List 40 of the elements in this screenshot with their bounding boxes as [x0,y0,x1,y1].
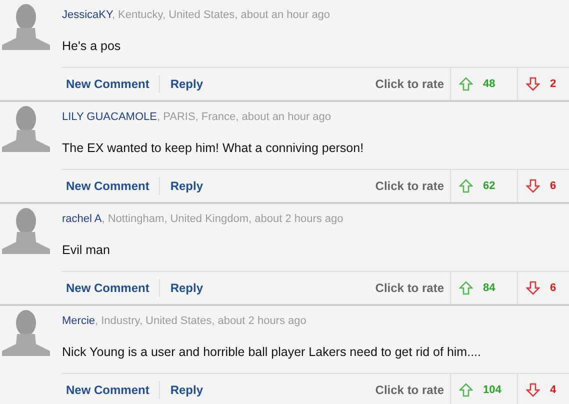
comment-text: The EX wanted to keep him! What a conniving person! [62,140,365,156]
down-arrow-icon[interactable] [526,179,540,193]
comment-text: Nick Young is a user and horrible ball player Lakers need to get rid of him.... [62,344,482,360]
action-link[interactable]: Reply [166,383,208,397]
rate-label: Click to rate [375,383,444,397]
comment-meta: , Kentucky, United States, about an hour ago [112,9,330,21]
action-link[interactable]: Reply [166,281,208,295]
down-vote-count: 2 [550,78,556,90]
author-name[interactable]: LILY GUACAMOLE [62,111,157,123]
up-vote-count: 104 [483,384,502,396]
action-link[interactable]: Reply [166,77,208,91]
action-link[interactable]: New Comment [62,179,154,193]
rate-label: Click to rate [375,281,444,295]
rate-label: Click to rate [375,179,444,193]
up-vote-count: 84 [483,282,496,294]
down-vote-count: 6 [550,180,556,192]
avatar-icon [2,308,50,356]
up-vote-count: 48 [483,78,496,90]
comment-meta: , Nottingham, United Kingdom, about 2 hours ago [102,213,344,225]
avatar-icon [2,206,50,254]
comment-meta: , PARIS, France, about an hour ago [156,111,332,123]
comment-text: Evil man [62,242,111,258]
action-link[interactable]: New Comment [62,383,154,397]
rate-label: Click to rate [375,77,444,91]
up-vote-count: 62 [483,180,496,192]
avatar-icon [2,104,50,152]
comment-text: He's a pos [62,38,122,54]
comment-meta: , Industry, United States, about 2 hours ago [95,315,306,327]
author-name[interactable]: Mercie [62,315,96,327]
action-link[interactable]: Reply [166,179,208,193]
down-arrow-icon[interactable] [526,383,540,397]
action-link[interactable]: New Comment [62,77,154,91]
avatar-icon [2,2,50,50]
author-name[interactable]: JessicaKY [62,9,112,21]
author-name[interactable]: rachel A [62,213,102,225]
down-vote-count: 6 [550,282,556,294]
down-arrow-icon[interactable] [526,77,540,91]
action-link[interactable]: New Comment [62,281,154,295]
down-vote-count: 4 [550,384,556,396]
down-arrow-icon[interactable] [526,281,540,295]
